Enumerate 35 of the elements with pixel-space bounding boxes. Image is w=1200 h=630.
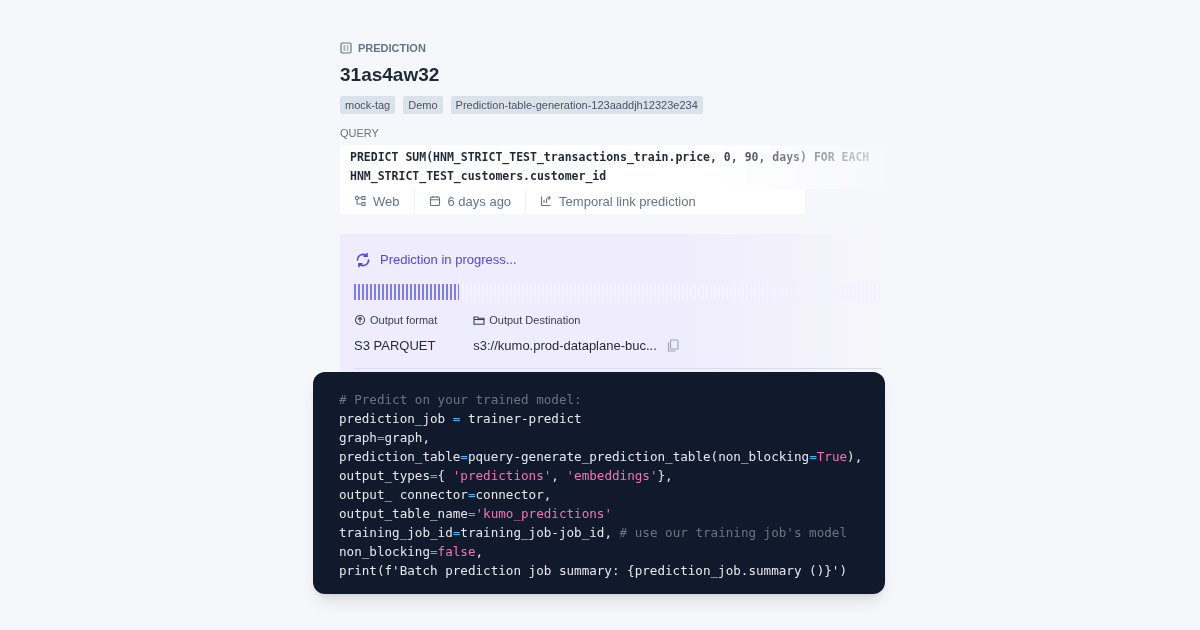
code-line: # Predict on your trained model: xyxy=(339,391,583,409)
refresh-icon xyxy=(354,250,372,269)
chart-icon xyxy=(540,195,553,208)
query-line: HNM_STRICT_TEST_customers.customer_id xyxy=(350,167,608,186)
meta-text: 6 days ago xyxy=(447,192,512,211)
folder-icon xyxy=(473,313,486,326)
code-line: output_ connector=connector, xyxy=(339,486,553,504)
output-value: s3://kumo.prod-dataplane-buc... xyxy=(473,337,657,355)
table-icon xyxy=(340,42,352,55)
copy-button[interactable] xyxy=(666,339,679,353)
code-line: graph=graph, xyxy=(339,429,431,447)
calendar-icon xyxy=(428,195,441,208)
section-label: PREDICTION xyxy=(358,41,426,56)
tag: Prediction-table-generation-123aaddjh12323e234 xyxy=(450,95,703,114)
tag: Demo xyxy=(403,95,443,114)
code-line: output_types={ 'predictions', 'embeddings'}, xyxy=(339,467,674,485)
code-line: training_job_id=training_job-job_id, # use our training job's model xyxy=(339,524,849,542)
code-line: non_blocking=false, xyxy=(339,543,485,561)
upload-icon xyxy=(354,313,366,326)
query-label: QUERY xyxy=(340,125,380,140)
query-line: PREDICT SUM(HNM_STRICT_TEST_transactions_train.price, 0, 90, days) FOR EACH xyxy=(350,148,871,167)
tag: mock-tag xyxy=(340,95,396,114)
output-value: S3 PARQUET xyxy=(354,337,436,355)
code-line: prediction_job = trainer-predict xyxy=(339,410,583,428)
prediction-title: 31as4aw32 xyxy=(340,62,441,87)
nodes-icon xyxy=(354,195,366,208)
code-line: output_table_name='kumo_predictions' xyxy=(339,505,613,523)
output-label: Output Destination xyxy=(489,312,581,328)
output-label: Output format xyxy=(370,312,438,328)
meta-text: Temporal link prediction xyxy=(559,192,696,211)
meta-text: Web xyxy=(373,192,400,211)
copy-icon xyxy=(666,339,679,353)
code-line: print(f'Batch prediction job summary: {prediction_job.summary ()}') xyxy=(339,562,848,580)
status-text: Prediction in progress... xyxy=(380,251,517,269)
code-line: prediction_table=pquery-generate_prediction_table(non_blocking=True), xyxy=(339,448,859,466)
